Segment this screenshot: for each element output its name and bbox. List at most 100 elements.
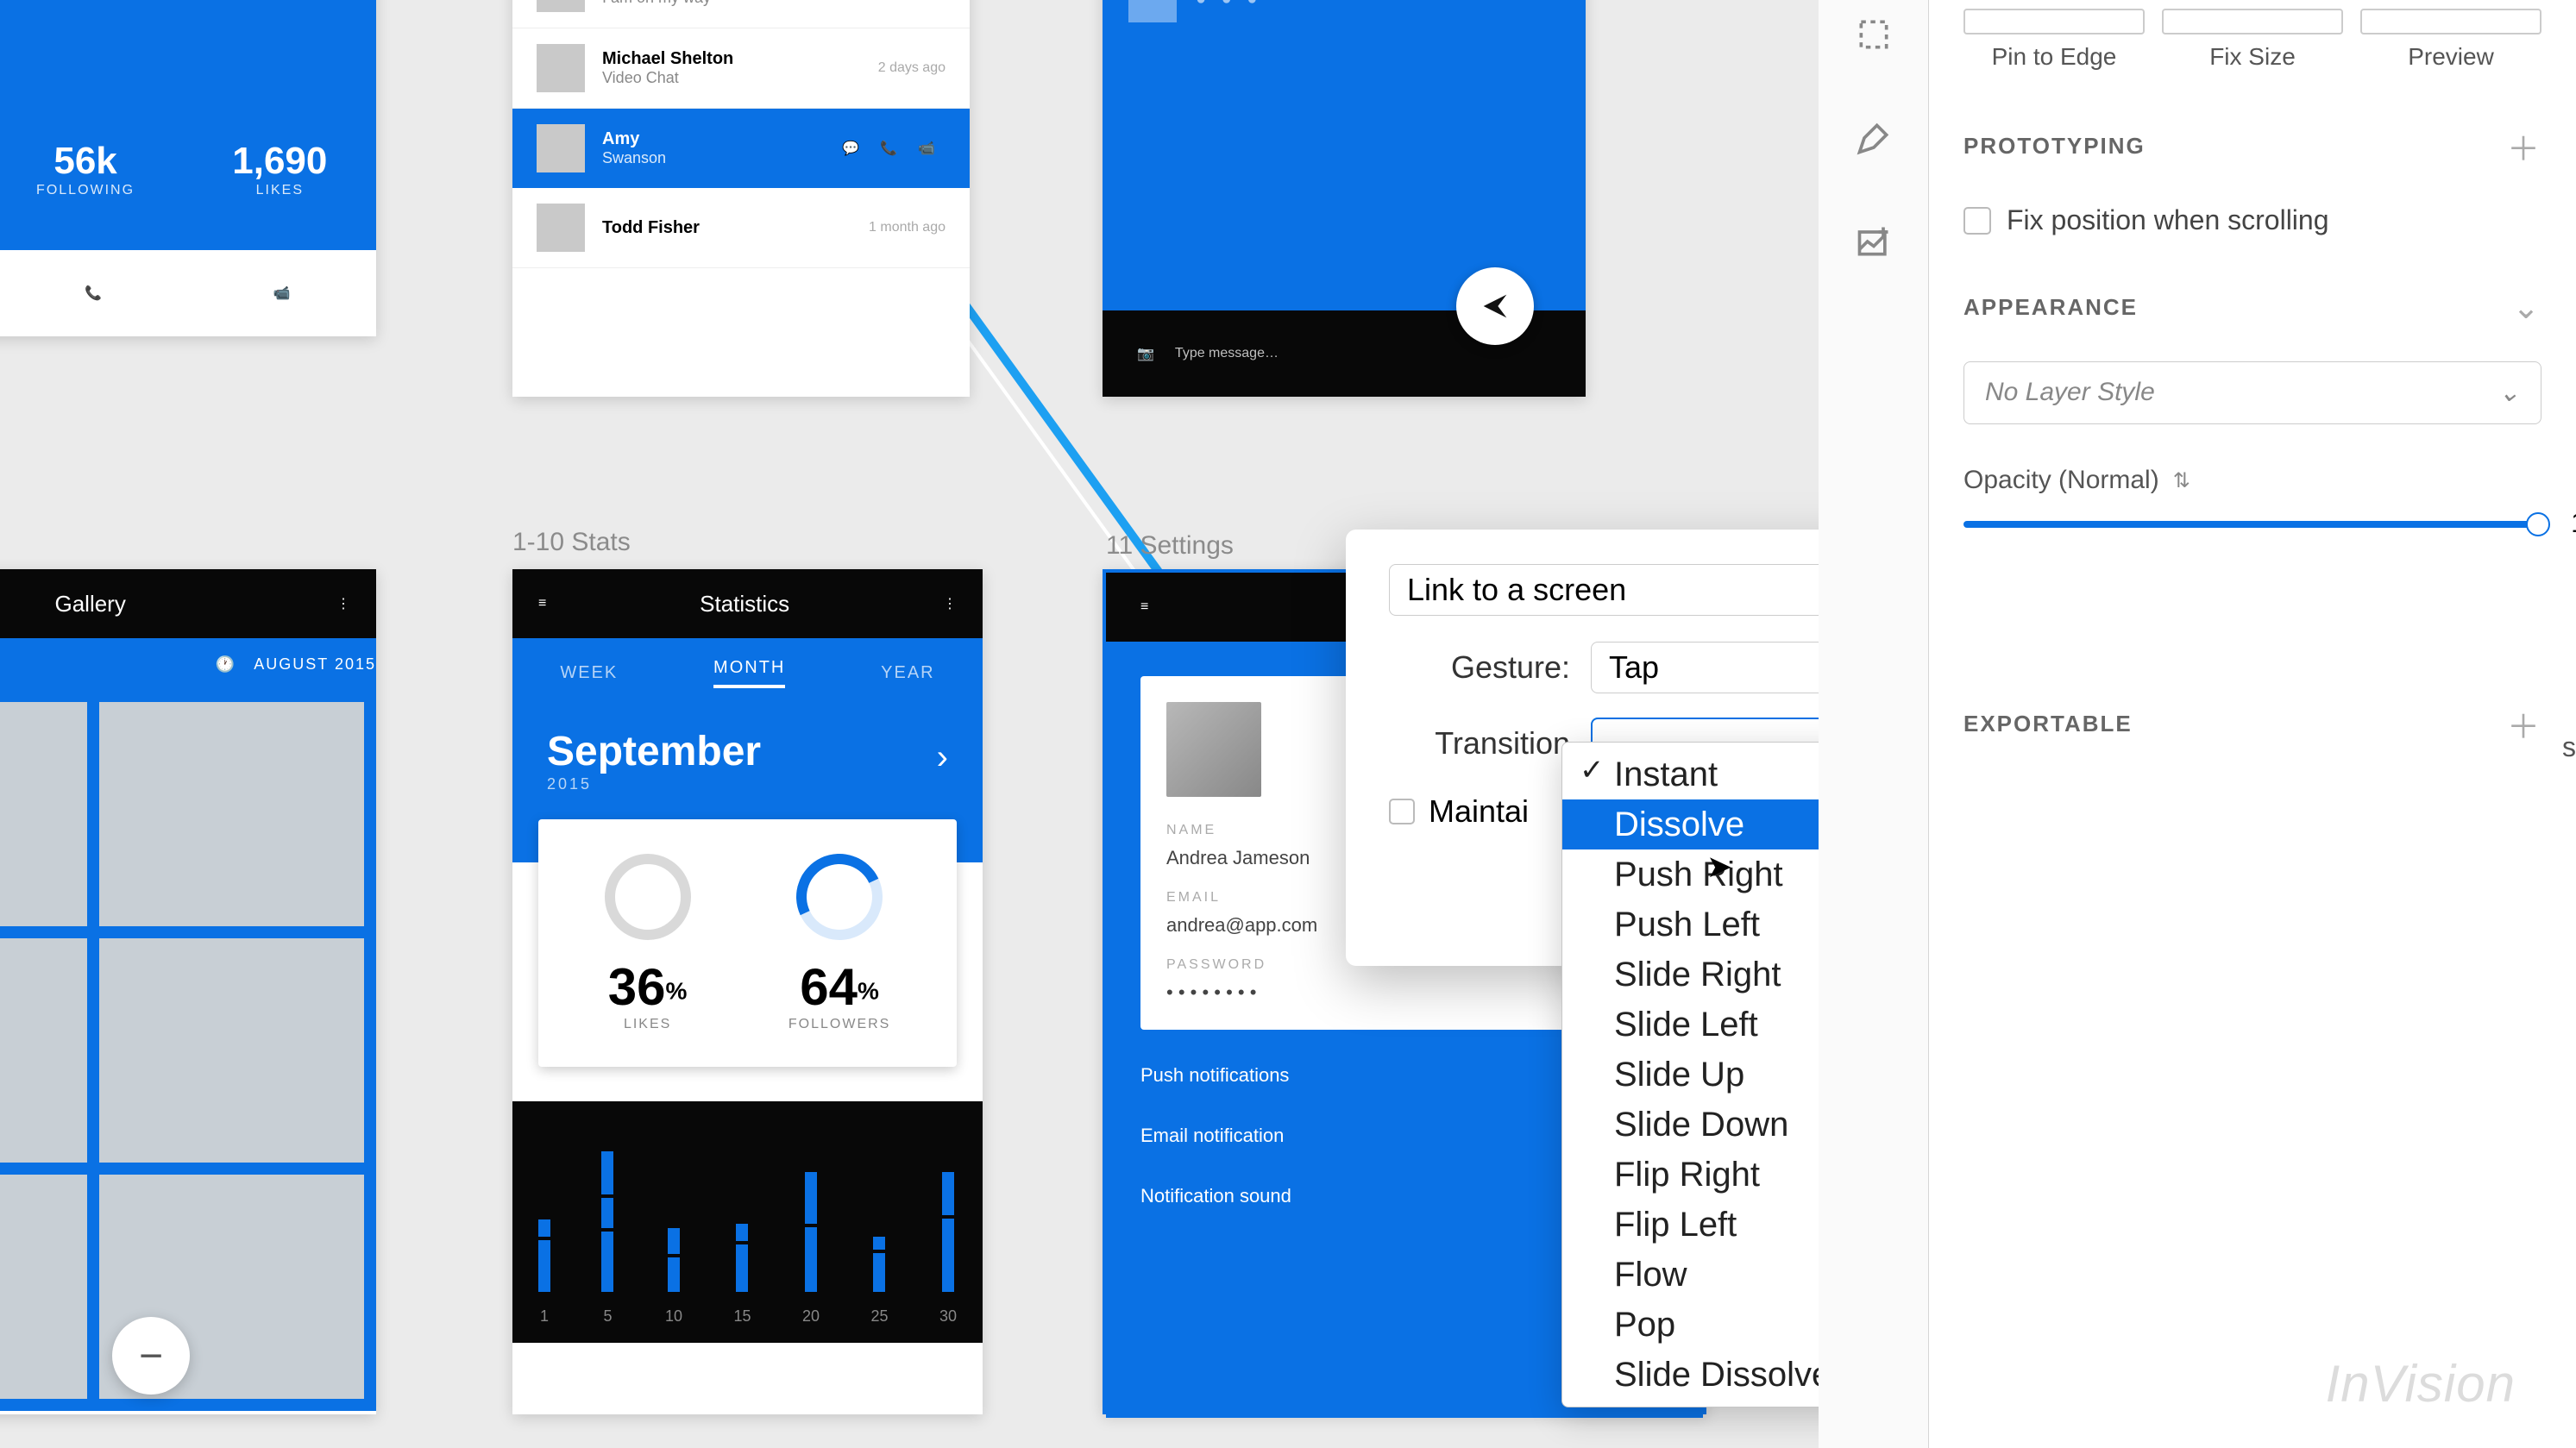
- artboard-label: 1-10 Stats: [512, 528, 631, 557]
- msg-name: Michael Shelton: [602, 49, 878, 69]
- add-icon[interactable]: ＋: [2507, 700, 2541, 748]
- camera-icon[interactable]: 📷: [1137, 345, 1154, 362]
- bar-column: 5: [601, 1137, 613, 1326]
- opacity-slider[interactable]: 100%: [1963, 521, 2541, 528]
- month-year: 2015: [547, 775, 948, 793]
- msg-preview: Swanson: [602, 149, 832, 167]
- side-toolbar: [1819, 0, 1929, 1448]
- call-icon[interactable]: 📞: [880, 140, 897, 157]
- stat-value: 36: [608, 958, 666, 1016]
- maintain-label-start: Maintai: [1429, 793, 1529, 830]
- layer-style-select[interactable]: No Layer Style⌄: [1963, 361, 2541, 424]
- section-prototyping: PROTOTYPING: [1963, 133, 2146, 160]
- bar-column: 15: [733, 1137, 751, 1326]
- bar-column: 30: [939, 1137, 957, 1326]
- message-row[interactable]: Todd Fisher1 month ago: [512, 188, 970, 268]
- section-fragment: s: [2562, 731, 2576, 763]
- msg-preview: Video Chat: [602, 69, 878, 87]
- section-exportable: EXPORTABLE: [1963, 711, 2133, 737]
- message-row[interactable]: Ana FranklinI am on my way5 minutes ago: [512, 0, 970, 28]
- message-row[interactable]: Michael SheltonVideo Chat2 days ago: [512, 28, 970, 109]
- maintain-scroll-checkbox[interactable]: [1389, 799, 1415, 824]
- bar-column: 20: [802, 1137, 820, 1326]
- tab-month[interactable]: MONTH: [713, 658, 785, 688]
- stat-value: 64: [800, 958, 858, 1016]
- msg-time: 2 days ago: [878, 60, 946, 76]
- video-icon[interactable]: 📹: [273, 285, 291, 302]
- typing-indicator: ● ● ●: [1196, 0, 1262, 9]
- stat-label: FOLLOWERS: [789, 1017, 890, 1032]
- gesture-value: Tap: [1609, 649, 1659, 686]
- avatar: [537, 0, 585, 12]
- transition-label: Transition: [1389, 725, 1570, 762]
- gesture-label: Gesture:: [1389, 649, 1570, 686]
- more-icon[interactable]: ⋮: [943, 595, 957, 612]
- artboard-chat[interactable]: ● ● ● 📷 Type message…: [1103, 0, 1586, 397]
- message-input-placeholder[interactable]: Type message…: [1175, 346, 1279, 361]
- toggle-label: Email notification: [1140, 1125, 1284, 1147]
- artboard-label: 11 Settings: [1106, 531, 1234, 561]
- preview-button[interactable]: Preview: [2360, 9, 2541, 71]
- profile-location: Francisco: [0, 0, 342, 5]
- profile-avatar[interactable]: [1166, 702, 1261, 797]
- fix-size-button[interactable]: Fix Size: [2162, 9, 2343, 71]
- send-fab[interactable]: [1456, 267, 1534, 345]
- stat-label: FOLLOWING: [36, 183, 135, 198]
- message-row-active[interactable]: AmySwanson 💬 📞 📹: [512, 109, 970, 188]
- chevron-right-icon[interactable]: ›: [937, 738, 948, 777]
- inspector-panel: Pin to Edge Fix Size Preview PROTOTYPING…: [1929, 0, 2576, 1448]
- opacity-value: 100%: [2571, 507, 2576, 539]
- bar-column: 1: [538, 1137, 550, 1326]
- artboard-gallery[interactable]: allery ≡Gallery⋮ NTH VIEW🕐AUGUST 2015: [0, 569, 376, 1414]
- artboard-stats[interactable]: 1-10 Stats ≡Statistics⋮ WEEK MONTH YEAR …: [512, 569, 983, 1414]
- gallery-thumb[interactable]: [99, 938, 364, 1163]
- gallery-thumb[interactable]: [0, 938, 87, 1163]
- collapse-icon[interactable]: ⌄: [2512, 288, 2541, 327]
- gallery-thumb[interactable]: [99, 702, 364, 926]
- call-icon[interactable]: 📞: [85, 285, 102, 302]
- gallery-thumb[interactable]: [0, 702, 87, 926]
- image-tool-icon[interactable]: [1848, 216, 1900, 267]
- stat-label: LIKES: [605, 1017, 691, 1032]
- stat-num: 1,690: [232, 140, 327, 183]
- fix-position-checkbox[interactable]: [1963, 207, 1991, 235]
- invision-watermark: InVision: [2326, 1354, 2516, 1414]
- opacity-stepper-icon[interactable]: ⇅: [2173, 468, 2190, 493]
- fix-position-label: Fix position when scrolling: [2007, 204, 2329, 236]
- msg-name: Todd Fisher: [602, 218, 869, 238]
- menu-icon[interactable]: ≡: [1140, 599, 1148, 615]
- link-screen-value: Link to a screen: [1407, 572, 1626, 608]
- zoom-out-button[interactable]: −: [112, 1317, 190, 1395]
- more-icon[interactable]: ⋮: [336, 595, 350, 612]
- add-icon[interactable]: ＋: [2507, 122, 2541, 170]
- artboard-profile[interactable]: ent Manager Francisco 45kLLOWERS 56kFOLL…: [0, 0, 376, 336]
- avatar: [1128, 0, 1177, 22]
- bar-column: 10: [665, 1137, 682, 1326]
- tab-year[interactable]: YEAR: [881, 663, 934, 683]
- toggle-label: Push notifications: [1140, 1064, 1289, 1087]
- bar-column: 25: [870, 1137, 888, 1326]
- msg-time: 1 month ago: [869, 220, 946, 235]
- stat-num: 56k: [36, 140, 135, 183]
- video-icon[interactable]: 📹: [918, 140, 935, 157]
- gallery-thumb[interactable]: [0, 1175, 87, 1399]
- pen-tool-icon[interactable]: [1848, 112, 1900, 164]
- stats-barchart: 15 10 15 20 25 30: [512, 1101, 983, 1343]
- stat-label: LIKES: [232, 183, 327, 198]
- msg-preview: I am on my way: [602, 0, 858, 7]
- pin-to-edge-button[interactable]: Pin to Edge: [1963, 9, 2145, 71]
- msg-name: Amy: [602, 129, 832, 149]
- profile-stats: 45kLLOWERS 56kFOLLOWING 1,690LIKES: [0, 140, 376, 198]
- toggle-label: Notification sound: [1140, 1185, 1291, 1207]
- frame-tool-icon[interactable]: [1848, 9, 1900, 60]
- opacity-label: Opacity (Normal): [1963, 466, 2159, 495]
- section-appearance: APPEARANCE: [1963, 294, 2138, 321]
- chat-icon[interactable]: 💬: [842, 140, 859, 157]
- gallery-date: AUGUST 2015: [254, 655, 376, 674]
- menu-icon[interactable]: ≡: [538, 596, 546, 611]
- artboard-messages[interactable]: Ana FranklinI am on my way5 minutes ago …: [512, 0, 970, 397]
- slider-thumb[interactable]: [2526, 512, 2550, 536]
- tab-week[interactable]: WEEK: [560, 663, 618, 683]
- stats-card: 36%LIKES 64%FOLLOWERS: [538, 819, 957, 1067]
- send-icon: [1478, 289, 1512, 323]
